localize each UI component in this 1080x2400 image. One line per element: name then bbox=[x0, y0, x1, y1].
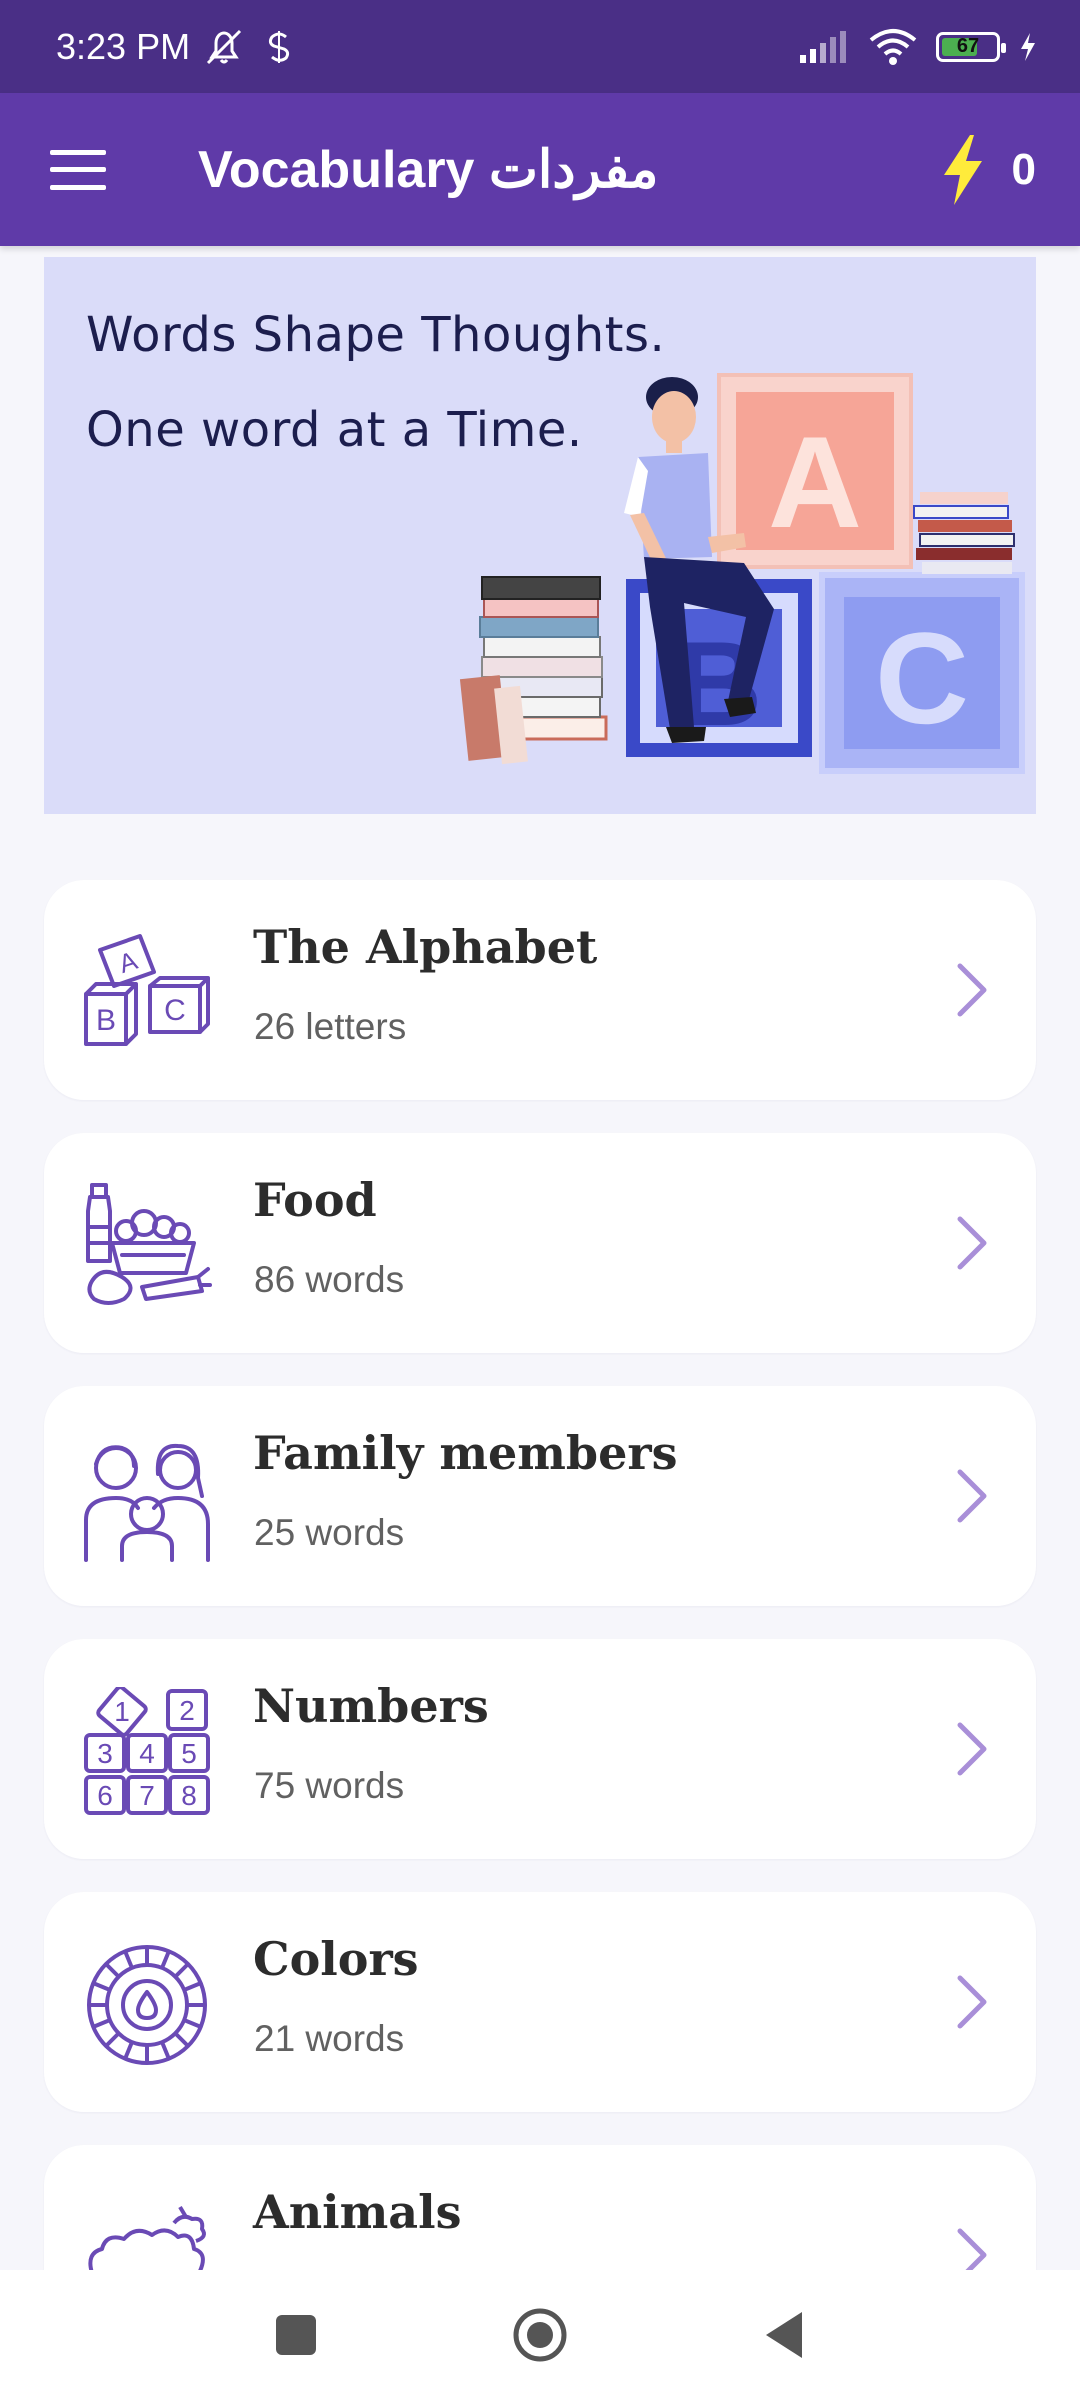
category-title: Colors bbox=[253, 1932, 419, 1986]
category-count: 86 words bbox=[254, 1259, 405, 1300]
category-numbers[interactable]: 1 2 3 4 5 6 7 8 Numbers 75 words bbox=[44, 1639, 1036, 1859]
battery-level: 67 bbox=[956, 35, 980, 57]
food-basket-icon bbox=[86, 1183, 212, 1305]
alphabet-blocks-icon: A B C bbox=[84, 934, 210, 1046]
chevron-right-icon bbox=[957, 1722, 987, 1776]
status-time: 3:23 PM bbox=[56, 25, 191, 67]
number-block-7: 7 bbox=[139, 1780, 155, 1811]
category-title: The Alphabet bbox=[253, 920, 598, 974]
category-title: Numbers bbox=[253, 1679, 489, 1733]
back-button[interactable] bbox=[760, 2300, 808, 2370]
app-bar: Vocabulary مفردات 0 bbox=[0, 93, 1080, 246]
menu-bar-line bbox=[50, 149, 106, 155]
category-count: 75 words bbox=[254, 1765, 405, 1806]
block-a: A bbox=[717, 373, 913, 569]
category-count: 26 letters bbox=[254, 1006, 407, 1047]
category-title: Food bbox=[253, 1173, 377, 1227]
number-block-2: 2 bbox=[179, 1695, 195, 1726]
category-title: Family members bbox=[253, 1426, 678, 1480]
number-block-6: 6 bbox=[97, 1780, 113, 1811]
charging-icon bbox=[1021, 32, 1035, 61]
chevron-right-icon bbox=[957, 1216, 987, 1270]
hero-banner: Words Shape Thoughts. One word at a Time… bbox=[44, 257, 1036, 814]
book-stack-left bbox=[459, 576, 608, 765]
block-letter-c: C bbox=[875, 605, 969, 751]
status-left-icons bbox=[202, 27, 294, 67]
wifi-icon bbox=[869, 28, 917, 65]
lightning-bolt-icon bbox=[943, 134, 982, 205]
category-alphabet[interactable]: A B C The Alphabet 26 letters bbox=[44, 880, 1036, 1100]
silent-bell-icon bbox=[207, 29, 242, 64]
number-block-8: 8 bbox=[181, 1780, 197, 1811]
menu-bar-line bbox=[50, 167, 106, 172]
category-food[interactable]: Food 86 words bbox=[44, 1133, 1036, 1353]
category-colors[interactable]: Colors 21 words bbox=[44, 1892, 1036, 2112]
alphabet-block-letter-a: A bbox=[115, 945, 141, 979]
alphabet-block-letter-c: C bbox=[164, 994, 186, 1027]
menu-bar-line bbox=[50, 184, 106, 190]
battery-indicator: 67 bbox=[936, 31, 1006, 62]
sync-app-icon bbox=[268, 30, 290, 63]
page-title: Vocabulary مفردات bbox=[198, 140, 659, 199]
number-block-4: 4 bbox=[139, 1738, 155, 1769]
block-c: C bbox=[819, 572, 1025, 774]
block-letter-a: A bbox=[768, 409, 862, 555]
category-count: 25 words bbox=[254, 1512, 405, 1553]
book-stack-right bbox=[913, 492, 1015, 574]
chevron-right-icon bbox=[957, 1975, 987, 2029]
chevron-right-icon bbox=[957, 1469, 987, 1523]
number-block-5: 5 bbox=[181, 1738, 197, 1769]
banner-illustration: A B C bbox=[459, 373, 1025, 774]
category-family-members[interactable]: Family members 25 words bbox=[44, 1386, 1036, 1606]
color-wheel-icon bbox=[87, 1945, 207, 2065]
category-title: Animals bbox=[253, 2185, 462, 2239]
number-block-3: 3 bbox=[97, 1738, 113, 1769]
points-counter[interactable]: 0 bbox=[940, 133, 1036, 207]
points-value: 0 bbox=[1011, 144, 1036, 194]
number-block-1: 1 bbox=[114, 1696, 130, 1727]
alphabet-block-letter-b: B bbox=[96, 1004, 116, 1037]
system-navigation-bar bbox=[0, 2270, 1080, 2400]
chevron-right-icon bbox=[957, 963, 987, 1017]
recent-apps-button[interactable] bbox=[272, 2300, 320, 2370]
family-icon bbox=[84, 1443, 210, 1562]
status-right-icons: 67 bbox=[798, 28, 1038, 66]
number-blocks-icon: 1 2 3 4 5 6 7 8 bbox=[84, 1687, 210, 1815]
signal-icon bbox=[800, 30, 846, 63]
menu-button[interactable] bbox=[50, 149, 106, 190]
status-bar: 3:23 PM 67 bbox=[0, 0, 1080, 93]
category-count: 21 words bbox=[254, 2018, 405, 2059]
category-list: A B C The Alphabet 26 letters Food 86 wo… bbox=[44, 880, 1036, 2398]
home-button[interactable] bbox=[510, 2300, 570, 2370]
